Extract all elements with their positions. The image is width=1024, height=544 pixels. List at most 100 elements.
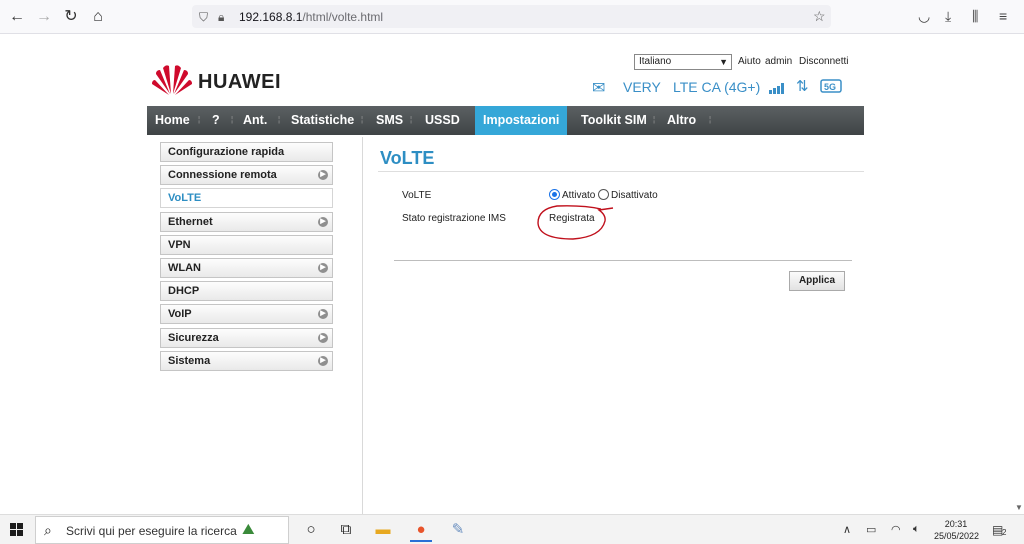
sidebar-item-label: VoIP <box>168 308 192 321</box>
apply-button[interactable]: Applica <box>789 271 845 291</box>
menu-separator: ¦ <box>231 115 234 124</box>
admin-link[interactable]: admin <box>765 56 792 67</box>
menu-other[interactable]: Altro <box>667 106 696 135</box>
content-divider <box>362 137 363 514</box>
huawei-flower-icon <box>152 65 192 95</box>
download-icon[interactable]: ⤓ <box>945 8 951 25</box>
battery-icon[interactable]: ▭ <box>866 523 876 536</box>
pocket-icon[interactable]: ◡ <box>918 8 930 25</box>
sidebar-item-dhcp[interactable]: DHCP <box>160 281 333 302</box>
url-host: 192.168.8.1 <box>239 10 303 24</box>
reload-icon[interactable]: ↻ <box>61 7 81 27</box>
clock-date: 25/05/2022 <box>934 531 980 541</box>
search-icon: ⌕ <box>44 522 52 538</box>
lock-icon[interactable]: 🔒︎ <box>218 10 224 25</box>
search-placeholder: Scrivi qui per eseguire la ricerca <box>66 524 237 538</box>
taskbar-search[interactable]: ⌕ Scrivi qui per eseguire la ricerca ⛰ <box>35 516 289 544</box>
address-bar[interactable]: ⛉ 🔒︎ 192.168.8.1/html/volte.html ☆ <box>192 5 831 28</box>
expand-arrow-icon: ▶ <box>318 216 328 227</box>
sidebar-item-security[interactable]: Sicurezza ▶ <box>160 327 333 348</box>
tray-chevron-up-icon[interactable]: ∧ <box>843 523 851 536</box>
expand-arrow-icon: ▶ <box>318 170 328 181</box>
url-text[interactable]: 192.168.8.1/html/volte.html <box>239 10 383 24</box>
data-transfer-icon: ⇅ <box>796 78 809 95</box>
notification-count: 2 <box>1002 528 1007 537</box>
volte-on-label[interactable]: Attivato <box>562 190 595 201</box>
logout-link[interactable]: Disconnetti <box>799 56 848 67</box>
windows-start-icon[interactable] <box>10 523 24 537</box>
sidebar-item-vpn[interactable]: VPN <box>160 234 333 255</box>
help-link[interactable]: Aiuto <box>738 56 761 67</box>
menu-home[interactable]: Home <box>155 106 190 135</box>
sidebar-item-volte[interactable]: VoLTE <box>160 188 333 209</box>
language-select[interactable]: Italiano ▼ <box>634 54 732 70</box>
firefox-icon[interactable]: ● <box>410 520 432 542</box>
wifi-status-icon[interactable]: 5G <box>820 79 842 93</box>
menu-icon[interactable]: ≡ <box>999 8 1007 24</box>
sidebar-item-remote-connection[interactable]: Connessione remota ▶ <box>160 165 333 186</box>
svg-text:5G: 5G <box>824 82 836 92</box>
router-page: Italiano ▼ Aiuto admin Disconnetti HUAWE… <box>0 35 1024 514</box>
menu-separator: ¦ <box>198 115 201 124</box>
sidebar-item-label: Ethernet <box>168 215 213 228</box>
volte-on-radio[interactable] <box>549 189 560 200</box>
language-value: Italiano <box>639 56 672 67</box>
volte-off-radio[interactable] <box>598 189 609 200</box>
expand-arrow-icon: ▶ <box>318 262 328 273</box>
main-menu: Home ¦ ? ¦ Ant. ¦ Statistiche ¦ SMS ¦ US… <box>147 106 864 135</box>
chevron-down-icon: ▼ <box>719 57 728 67</box>
weather-widget-icon[interactable]: ⛰ <box>242 521 255 538</box>
bookmark-star-icon[interactable]: ☆ <box>813 8 826 25</box>
sidebar-item-label: WLAN <box>168 261 201 274</box>
menu-ussd[interactable]: USSD <box>425 106 460 135</box>
operator-name: VERY <box>623 79 661 95</box>
expand-arrow-icon: ▶ <box>318 309 328 320</box>
menu-help[interactable]: ? <box>212 106 220 135</box>
sidebar-item-label: VPN <box>168 238 191 251</box>
huawei-logo: HUAWEI <box>150 62 290 98</box>
menu-separator: ¦ <box>410 115 413 124</box>
sidebar-item-label: Connessione remota <box>168 169 277 182</box>
signal-icon <box>769 83 784 94</box>
file-explorer-icon[interactable]: ▬ <box>372 520 394 540</box>
task-view-icon[interactable]: ⧉ <box>335 520 357 540</box>
sidebar-item-voip[interactable]: VoIP ▶ <box>160 304 333 325</box>
sidebar-item-system[interactable]: Sistema ▶ <box>160 350 333 371</box>
expand-arrow-icon: ▶ <box>318 355 328 366</box>
back-arrow-icon[interactable]: ← <box>7 7 27 27</box>
sidebar-item-label: Sistema <box>168 354 211 367</box>
menu-antenna[interactable]: Ant. <box>243 106 267 135</box>
scroll-down-icon[interactable]: ▼ <box>1015 503 1023 512</box>
form-divider <box>394 260 852 261</box>
windows-taskbar: ⌕ Scrivi qui per eseguire la ricerca ⛰ ○… <box>0 514 1024 544</box>
mail-icon[interactable]: ✉ <box>592 78 605 98</box>
wifi-icon[interactable]: ◠ <box>891 523 901 536</box>
volume-icon[interactable]: 🔈︎ <box>913 523 920 536</box>
settings-sidebar: Configurazione rapida Connessione remota… <box>160 142 333 374</box>
sidebar-item-wlan[interactable]: WLAN ▶ <box>160 257 333 278</box>
browser-toolbar: ← → ↻ ⌂ ⛉ 🔒︎ 192.168.8.1/html/volte.html… <box>0 0 1024 34</box>
sidebar-item-label: Sicurezza <box>168 331 219 344</box>
network-type: LTE CA (4G+) <box>673 79 761 95</box>
library-icon[interactable]: ⫼ <box>972 8 978 25</box>
sidebar-item-label: DHCP <box>168 285 200 298</box>
url-path: /html/volte.html <box>302 10 384 24</box>
brand-name: HUAWEI <box>198 71 281 93</box>
paint-app-icon[interactable]: ✎ <box>447 520 469 540</box>
volte-label: VoLTE <box>402 190 432 201</box>
home-icon[interactable]: ⌂ <box>88 7 108 27</box>
system-clock[interactable]: 20:31 25/05/2022 <box>934 518 980 542</box>
sidebar-item-quick-setup[interactable]: Configurazione rapida <box>160 142 333 162</box>
task-view-circle-icon[interactable]: ○ <box>300 520 322 540</box>
menu-sms[interactable]: SMS <box>376 106 403 135</box>
sidebar-item-ethernet[interactable]: Ethernet ▶ <box>160 211 333 232</box>
menu-separator: ¦ <box>361 115 364 124</box>
ims-status-label: Stato registrazione IMS <box>402 213 506 224</box>
menu-settings[interactable]: Impostazioni <box>475 106 568 135</box>
forward-arrow-icon[interactable]: → <box>34 7 54 27</box>
menu-toolkit-sim[interactable]: Toolkit SIM <box>581 106 647 135</box>
shield-icon[interactable]: ⛉ <box>199 10 208 25</box>
menu-statistics[interactable]: Statistiche <box>291 106 354 135</box>
volte-off-label[interactable]: Disattivato <box>611 190 658 201</box>
title-divider <box>378 171 864 172</box>
